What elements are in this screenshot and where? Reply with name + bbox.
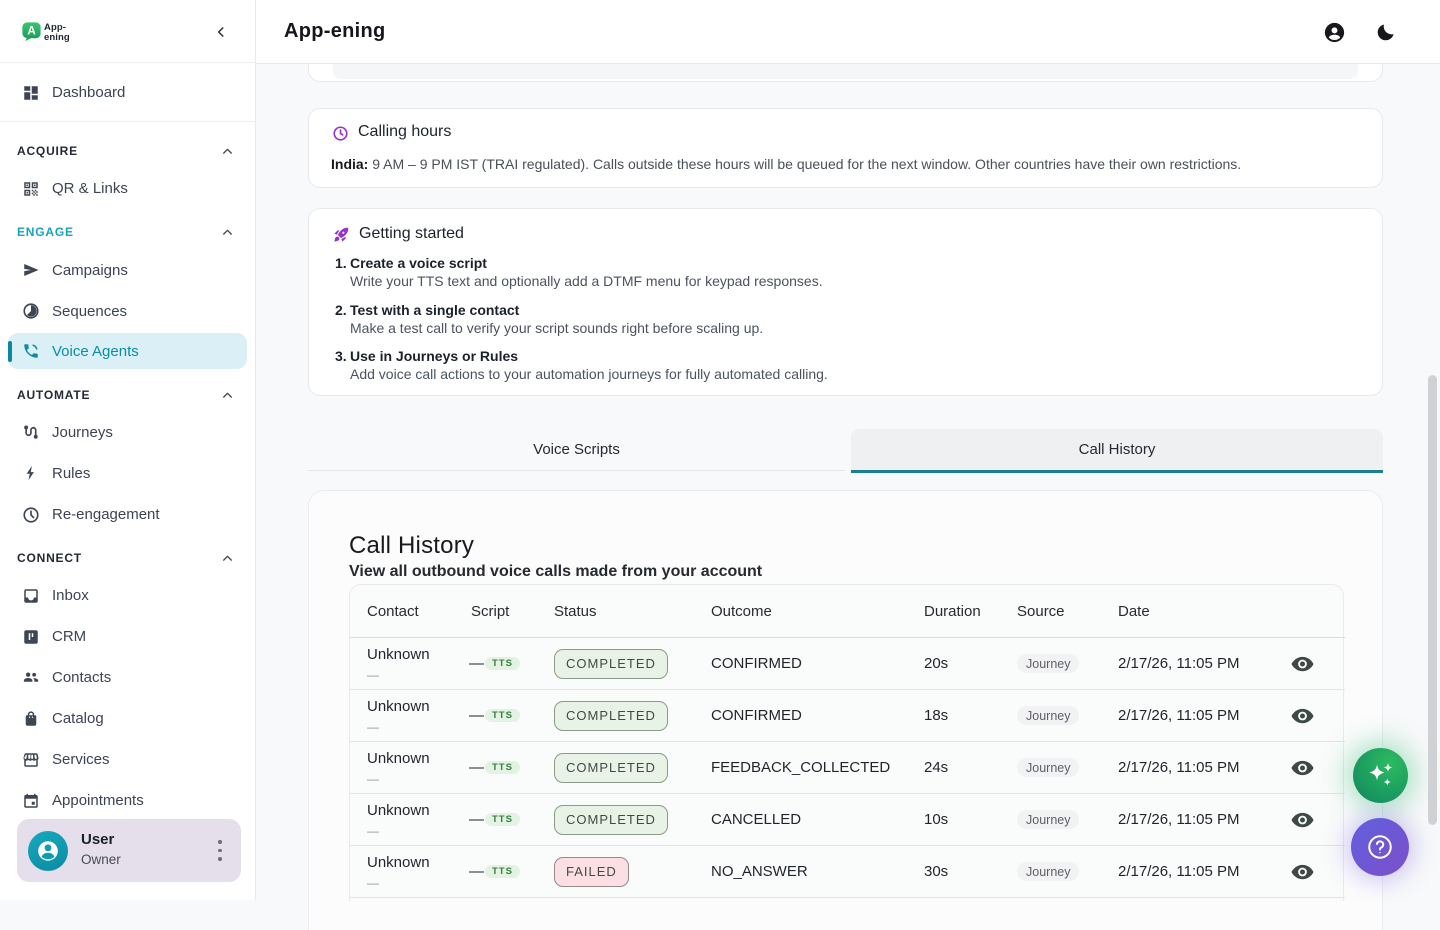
svg-text:A: A: [27, 24, 36, 38]
